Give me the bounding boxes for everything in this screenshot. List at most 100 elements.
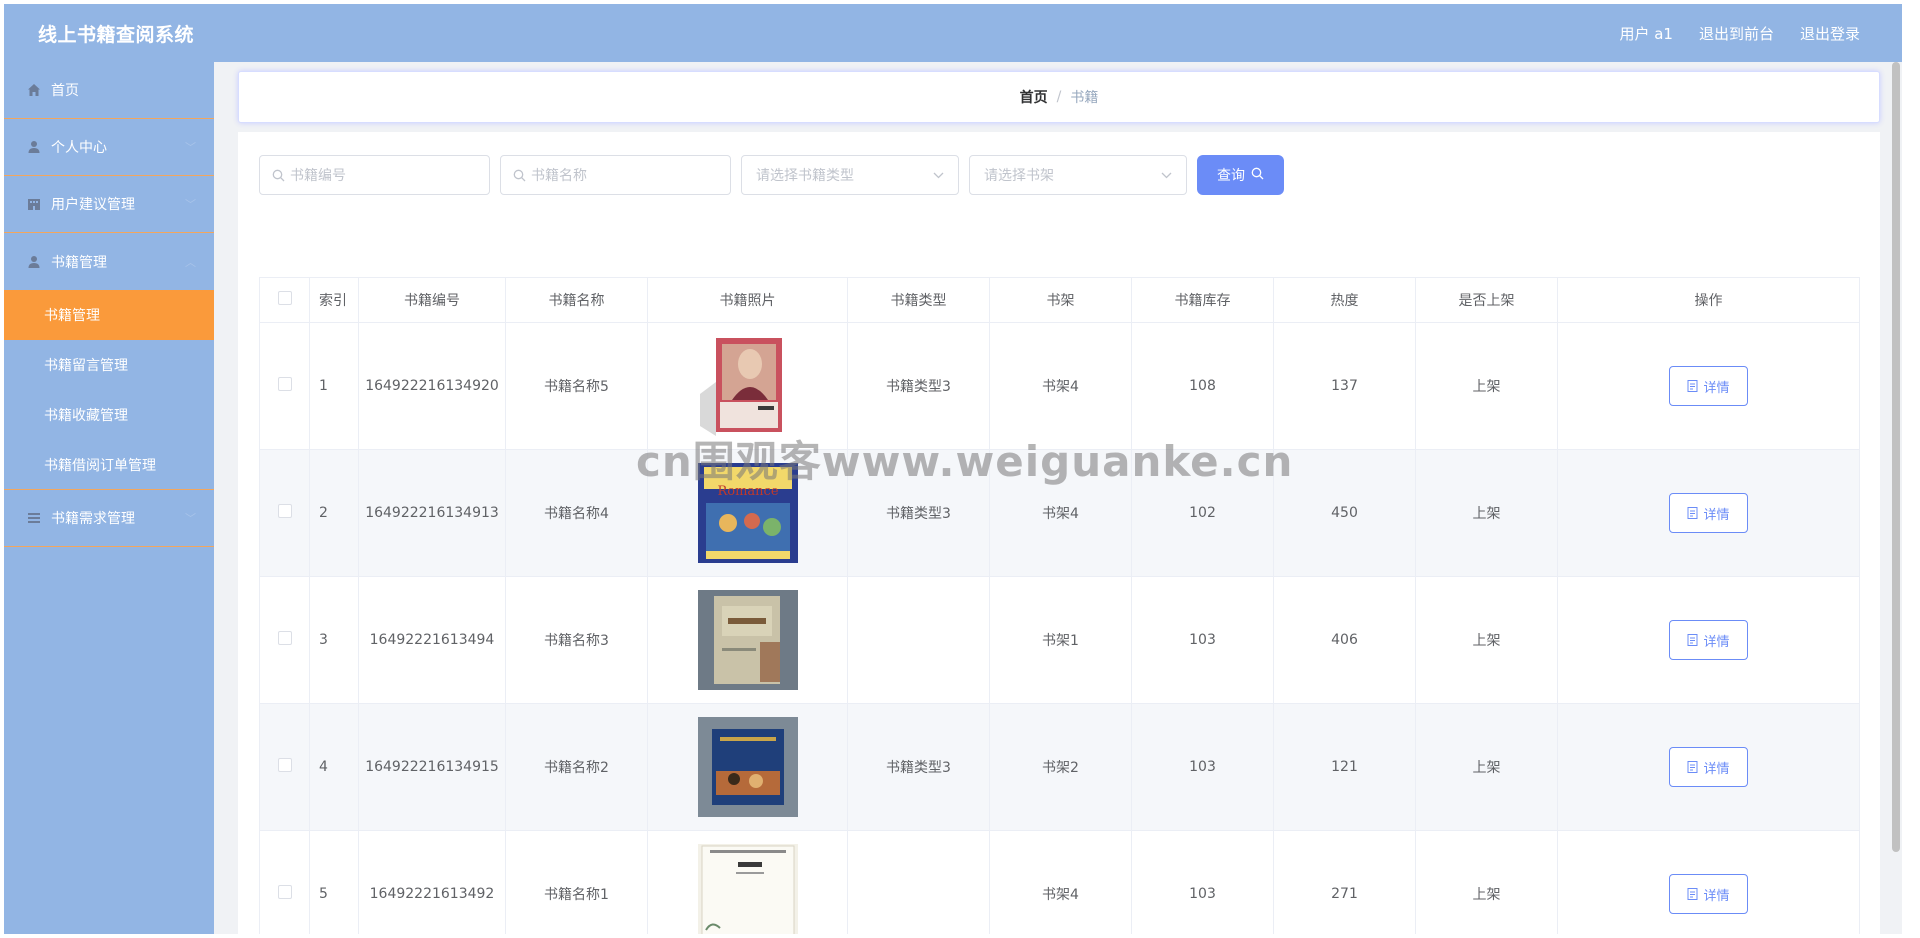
sidebar-subitem-book-favorites[interactable]: 书籍收藏管理 xyxy=(4,390,214,440)
row-select-cell xyxy=(259,830,310,934)
list-icon xyxy=(26,510,42,526)
document-icon xyxy=(1687,634,1698,646)
current-user-label: 用户 a1 xyxy=(1619,24,1673,43)
column-header: 是否上架 xyxy=(1415,277,1558,323)
detail-button[interactable]: 详情 xyxy=(1669,493,1748,533)
search-icon xyxy=(1251,167,1264,184)
status-cell: 上架 xyxy=(1415,703,1558,831)
detail-button[interactable]: 详情 xyxy=(1669,366,1748,406)
book-type-placeholder: 请选择书籍类型 xyxy=(756,168,854,184)
book-name-cell: 书籍名称4 xyxy=(505,449,648,577)
heat-cell: 121 xyxy=(1273,703,1416,831)
building-icon xyxy=(26,196,42,212)
detail-label: 详情 xyxy=(1703,380,1730,396)
shelf-cell: 书架2 xyxy=(989,703,1132,831)
column-header: 索引 xyxy=(309,277,359,323)
row-checkbox[interactable] xyxy=(277,758,292,772)
row-select-cell xyxy=(259,703,310,831)
app-title: 线上书籍查阅系统 xyxy=(38,23,195,46)
book-number-search[interactable]: 书籍编号 xyxy=(259,155,490,195)
column-header: 书籍名称 xyxy=(505,277,648,323)
row-checkbox[interactable] xyxy=(277,377,292,391)
user-icon xyxy=(26,254,42,270)
book-type-cell xyxy=(847,576,990,704)
sidebar: 首页 个人中心 ﹀ 用户建议管理 ﹀ 书籍管理 ︿ 书籍管理 书籍留言管理 书籍… xyxy=(4,62,214,934)
search-icon xyxy=(513,169,526,182)
sidebar-subitem-label: 书籍管理 xyxy=(44,308,100,324)
filter-bar: 书籍编号 书籍名称 请选择书籍类型 请选择书架 查询 xyxy=(259,155,1284,195)
chevron-up-icon: ︿ xyxy=(185,255,196,269)
sidebar-subitem-book-management[interactable]: 书籍管理 xyxy=(4,290,214,340)
detail-button[interactable]: 详情 xyxy=(1669,747,1748,787)
book-name-cell: 书籍名称1 xyxy=(505,830,648,934)
select-all-cell xyxy=(259,277,310,323)
chevron-down-icon: ﹀ xyxy=(185,512,196,525)
row-select-cell xyxy=(259,576,310,704)
index-cell: 4 xyxy=(309,703,359,831)
home-icon xyxy=(26,82,42,98)
sidebar-item-book-demand[interactable]: 书籍需求管理 ﹀ xyxy=(4,490,214,547)
book-cover-image xyxy=(697,336,798,436)
sidebar-item-home[interactable]: 首页 xyxy=(4,62,214,119)
breadcrumb-home[interactable]: 首页 xyxy=(1020,87,1048,107)
book-number-cell: 16492221613492 xyxy=(358,830,506,934)
document-icon xyxy=(1687,380,1698,392)
sidebar-subitem-label: 书籍收藏管理 xyxy=(44,408,128,424)
action-cell: 详情 xyxy=(1557,576,1860,704)
search-icon xyxy=(272,169,285,182)
row-checkbox[interactable] xyxy=(277,504,292,518)
row-checkbox[interactable] xyxy=(277,885,292,899)
book-type-select[interactable]: 请选择书籍类型 xyxy=(741,155,959,195)
column-header: 书籍照片 xyxy=(647,277,848,323)
book-name-search[interactable]: 书籍名称 xyxy=(500,155,731,195)
index-cell: 5 xyxy=(309,830,359,934)
book-type-cell: 书籍类型3 xyxy=(847,703,990,831)
row-select-cell xyxy=(259,322,310,450)
status-cell: 上架 xyxy=(1415,322,1558,450)
select-all-checkbox[interactable] xyxy=(277,291,292,305)
chevron-down-icon: ﹀ xyxy=(185,198,196,211)
book-photo-cell xyxy=(647,830,848,934)
sidebar-item-personal-center[interactable]: 个人中心 ﹀ xyxy=(4,119,214,176)
book-number-placeholder: 书籍编号 xyxy=(290,168,346,184)
shelf-select[interactable]: 请选择书架 xyxy=(969,155,1187,195)
logout-link[interactable]: 退出登录 xyxy=(1800,23,1860,44)
sidebar-item-label: 书籍管理 xyxy=(51,254,107,271)
shelf-placeholder: 请选择书架 xyxy=(984,168,1054,184)
breadcrumb: 首页 / 书籍 xyxy=(238,71,1880,123)
shelf-cell: 书架4 xyxy=(989,830,1132,934)
heat-cell: 450 xyxy=(1273,449,1416,577)
row-checkbox[interactable] xyxy=(277,631,292,645)
book-number-cell: 16492221613494 xyxy=(358,576,506,704)
action-cell: 详情 xyxy=(1557,322,1860,450)
sidebar-item-label: 用户建议管理 xyxy=(51,197,135,213)
chevron-down-icon: ﹀ xyxy=(185,141,196,154)
stock-cell: 103 xyxy=(1131,576,1274,704)
row-select-cell xyxy=(259,449,310,577)
query-label: 查询 xyxy=(1217,168,1245,184)
sidebar-item-label: 首页 xyxy=(51,83,79,99)
sidebar-item-label: 书籍需求管理 xyxy=(51,511,135,527)
column-header: 操作 xyxy=(1557,277,1860,323)
query-button[interactable]: 查询 xyxy=(1197,155,1284,195)
book-cover-image xyxy=(697,844,798,934)
detail-button[interactable]: 详情 xyxy=(1669,620,1748,660)
sidebar-subitem-book-comments[interactable]: 书籍留言管理 xyxy=(4,340,214,390)
table-row: 5 16492221613492 书籍名称1 书架4 103 271 上架 详情 xyxy=(259,830,1860,934)
action-cell: 详情 xyxy=(1557,449,1860,577)
sidebar-item-suggestion-management[interactable]: 用户建议管理 ﹀ xyxy=(4,176,214,233)
vertical-scrollbar[interactable] xyxy=(1892,62,1900,852)
shelf-cell: 书架1 xyxy=(989,576,1132,704)
content-card: 书籍编号 书籍名称 请选择书籍类型 请选择书架 查询 索引 书籍编号 书籍名称 … xyxy=(238,132,1880,934)
book-type-cell xyxy=(847,830,990,934)
detail-button[interactable]: 详情 xyxy=(1669,874,1748,914)
action-cell: 详情 xyxy=(1557,703,1860,831)
heat-cell: 406 xyxy=(1273,576,1416,704)
document-icon xyxy=(1687,507,1698,519)
exit-to-front-link[interactable]: 退出到前台 xyxy=(1699,23,1774,44)
chevron-down-icon xyxy=(933,167,944,183)
sidebar-subitem-borrow-orders[interactable]: 书籍借阅订单管理 xyxy=(4,440,214,490)
sidebar-item-book-management[interactable]: 书籍管理 ︿ xyxy=(4,233,214,290)
user-icon xyxy=(26,139,42,155)
book-cover-image xyxy=(697,590,798,690)
